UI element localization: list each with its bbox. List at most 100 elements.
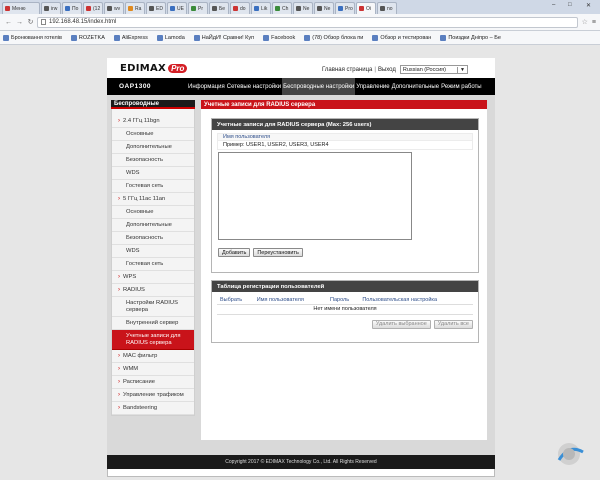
sidebar-item-label: WDS — [126, 248, 140, 254]
bookmark-label: Поиздки Дніпро – Бе — [448, 34, 501, 41]
bookmark-favicon-icon — [156, 34, 163, 41]
maximize-icon[interactable]: □ — [568, 2, 572, 8]
back-icon[interactable]: ← — [4, 19, 13, 26]
reload-icon[interactable]: ↻ — [26, 18, 35, 26]
nav-management[interactable]: Управление — [355, 78, 390, 95]
tab-label: ED — [156, 5, 163, 12]
sidebar-item[interactable]: Дополнительные — [112, 141, 194, 154]
sidebar-item[interactable]: › Управление трафиком — [112, 389, 194, 402]
sidebar-item-label: WMM — [123, 366, 139, 372]
sidebar-item[interactable]: › Расписание — [112, 376, 194, 389]
bookmark-item[interactable]: Поиздки Дніпро – Бе — [440, 34, 501, 41]
reset-button[interactable]: Переустановить — [253, 248, 303, 257]
logout-link[interactable]: Выход — [378, 67, 396, 73]
bookmark-favicon-icon — [440, 34, 447, 41]
tab-favicon-icon — [170, 6, 175, 11]
tab-favicon-icon — [212, 6, 217, 11]
sidebar-item[interactable]: › WMM — [112, 363, 194, 376]
bookmark-star-icon[interactable]: ☆ — [582, 18, 588, 26]
browser-tab[interactable]: Ra — [125, 2, 145, 14]
sidebar-item[interactable]: Учетные записи для RADIUS сервера — [112, 330, 194, 350]
chevron-right-icon: › — [118, 392, 120, 398]
bookmark-item[interactable]: Facebook — [263, 34, 295, 41]
browser-tab[interactable]: Ch — [272, 2, 292, 14]
sidebar-item[interactable]: › WPS — [112, 271, 194, 284]
browser-tab[interactable]: Бе — [209, 2, 229, 14]
browser-tab[interactable]: no — [377, 2, 397, 14]
sidebar-item[interactable]: Безопасность — [112, 154, 194, 167]
bookmark-item[interactable]: AliExpress — [113, 34, 148, 41]
tab-label: Oi — [366, 5, 371, 12]
sidebar: Беспроводные › 2.4 ГГц 11bgn Основные Допол… — [111, 100, 195, 416]
bookmark-item[interactable]: НаЙдИ! Сравни! Куп — [193, 34, 255, 41]
nav-wireless[interactable]: Беспроводные настройки — [282, 78, 356, 95]
browser-tab[interactable]: Ne — [314, 2, 334, 14]
nav-info[interactable]: Информация — [187, 78, 226, 95]
browser-tab[interactable]: do — [230, 2, 250, 14]
sidebar-item[interactable]: Настройки RADIUS сервера — [112, 297, 194, 317]
tab-favicon-icon — [317, 6, 322, 11]
language-select[interactable]: Russian (Россия) ▼ — [399, 65, 468, 74]
sidebar-item[interactable]: Внутренний сервер — [112, 317, 194, 330]
sidebar-item[interactable]: Гостевая сеть — [112, 180, 194, 193]
sidebar-item[interactable]: › 5 ГГц 11ac 11an — [112, 193, 194, 206]
sidebar-item[interactable]: Дополнительные — [112, 219, 194, 232]
tab-label: Ne — [324, 5, 331, 12]
bookmark-item[interactable]: (78) Обзор блока пи — [304, 34, 363, 41]
bookmark-label: НаЙдИ! Сравни! Куп — [201, 34, 255, 41]
tab-favicon-icon — [338, 6, 343, 11]
browser-tab[interactable]: Lik — [251, 2, 271, 14]
sidebar-item[interactable]: › RADIUS — [112, 284, 194, 297]
sidebar-item-label: Дополнительные — [126, 222, 172, 228]
nav-network[interactable]: Сетевые настройки — [226, 78, 282, 95]
sidebar-item[interactable]: › Bandsteering — [112, 402, 194, 415]
browser-tab[interactable]: Ne — [293, 2, 313, 14]
bookmark-favicon-icon — [193, 34, 200, 41]
browser-menu-icon[interactable]: ≡ — [592, 19, 596, 26]
bookmark-item[interactable]: Lamoda — [156, 34, 185, 41]
bookmark-item[interactable]: ROZETKA — [70, 34, 105, 41]
browser-tab[interactable]: Pr — [188, 2, 208, 14]
sidebar-item[interactable]: Безопасность — [112, 232, 194, 245]
browser-tab[interactable]: Oi — [356, 2, 376, 14]
sidebar-item[interactable]: WDS — [112, 245, 194, 258]
sidebar-item[interactable]: › MAC фильтр — [112, 350, 194, 363]
browser-tab[interactable]: UE — [167, 2, 187, 14]
sidebar-item[interactable]: Основные — [112, 206, 194, 219]
browser-tab[interactable]: wv — [104, 2, 124, 14]
users-table-header: Таблица регистрации пользователей — [212, 281, 478, 292]
browser-tab[interactable]: irw — [41, 2, 61, 14]
browser-tab[interactable]: ED — [146, 2, 166, 14]
sidebar-item[interactable]: Гостевая сеть — [112, 258, 194, 271]
nav-operation-mode[interactable]: Режим работы — [440, 78, 483, 95]
sidebar-item[interactable]: › 2.4 ГГц 11bgn — [112, 115, 194, 128]
minimize-icon[interactable]: – — [552, 2, 555, 8]
bookmark-item[interactable]: Бронювання готелів — [3, 34, 62, 41]
url-field[interactable]: 192.168.48.15/index.html — [37, 16, 578, 28]
add-button[interactable]: Добавить — [218, 248, 251, 257]
forward-icon[interactable]: → — [15, 19, 24, 26]
chevron-right-icon: › — [118, 196, 120, 202]
browser-tab[interactable]: Pro — [335, 2, 355, 14]
browser-tab[interactable]: (12 — [83, 2, 103, 14]
page-title: Учетные записи для RADIUS сервера — [201, 100, 487, 109]
delete-all-button[interactable]: Удалить все — [433, 319, 473, 329]
tab-label: Меню — [12, 5, 26, 12]
sidebar-item-label: Безопасность — [126, 157, 163, 163]
usernames-textarea[interactable] — [218, 152, 412, 240]
table-empty-row: Нет имени пользователя — [217, 304, 473, 315]
tab-label: wv — [114, 5, 121, 12]
bookmark-item[interactable]: Обзор и тестирован — [372, 34, 431, 41]
sidebar-item[interactable]: Основные — [112, 128, 194, 141]
tab-label: irw — [51, 5, 58, 12]
tab-label: Lik — [261, 5, 268, 12]
browser-tab[interactable]: Меню — [2, 2, 40, 14]
tab-label: (12 — [93, 5, 101, 12]
delete-selected-button[interactable]: Удалить выбранное — [371, 319, 431, 329]
home-link[interactable]: Главная страница — [322, 67, 372, 73]
nav-advanced[interactable]: Дополнительные — [391, 78, 441, 95]
bookmark-label: ROZETKA — [78, 34, 105, 41]
browser-tab[interactable]: По — [62, 2, 82, 14]
close-window-icon[interactable]: ✕ — [586, 2, 591, 9]
sidebar-item[interactable]: WDS — [112, 167, 194, 180]
